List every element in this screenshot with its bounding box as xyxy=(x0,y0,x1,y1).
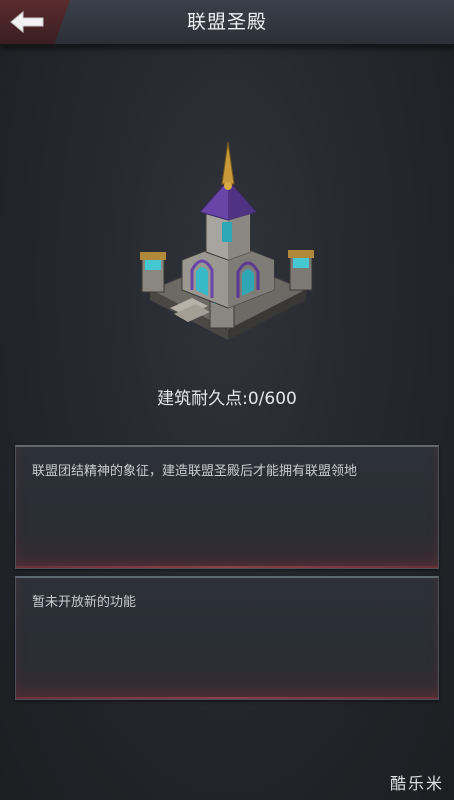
durability-text: 建筑耐久点:0/600 xyxy=(157,389,297,409)
corner-pillar-left xyxy=(140,252,166,293)
description-text: 联盟团结精神的象征，建造联盟圣殿后才能拥有联盟领地 xyxy=(32,464,358,479)
function-panel: 暂未开放新的功能 xyxy=(15,576,439,700)
corner-pillar-right xyxy=(288,250,314,291)
page-title: 联盟圣殿 xyxy=(186,11,267,33)
description-panel: 联盟团结精神的象征，建造联盟圣殿后才能拥有联盟领地 xyxy=(15,445,439,569)
alliance-temple-icon xyxy=(130,140,326,350)
watermark: 酷乐米 xyxy=(389,774,444,793)
top-bar: 联盟圣殿 xyxy=(0,0,454,46)
function-text: 暂未开放新的功能 xyxy=(32,595,137,610)
